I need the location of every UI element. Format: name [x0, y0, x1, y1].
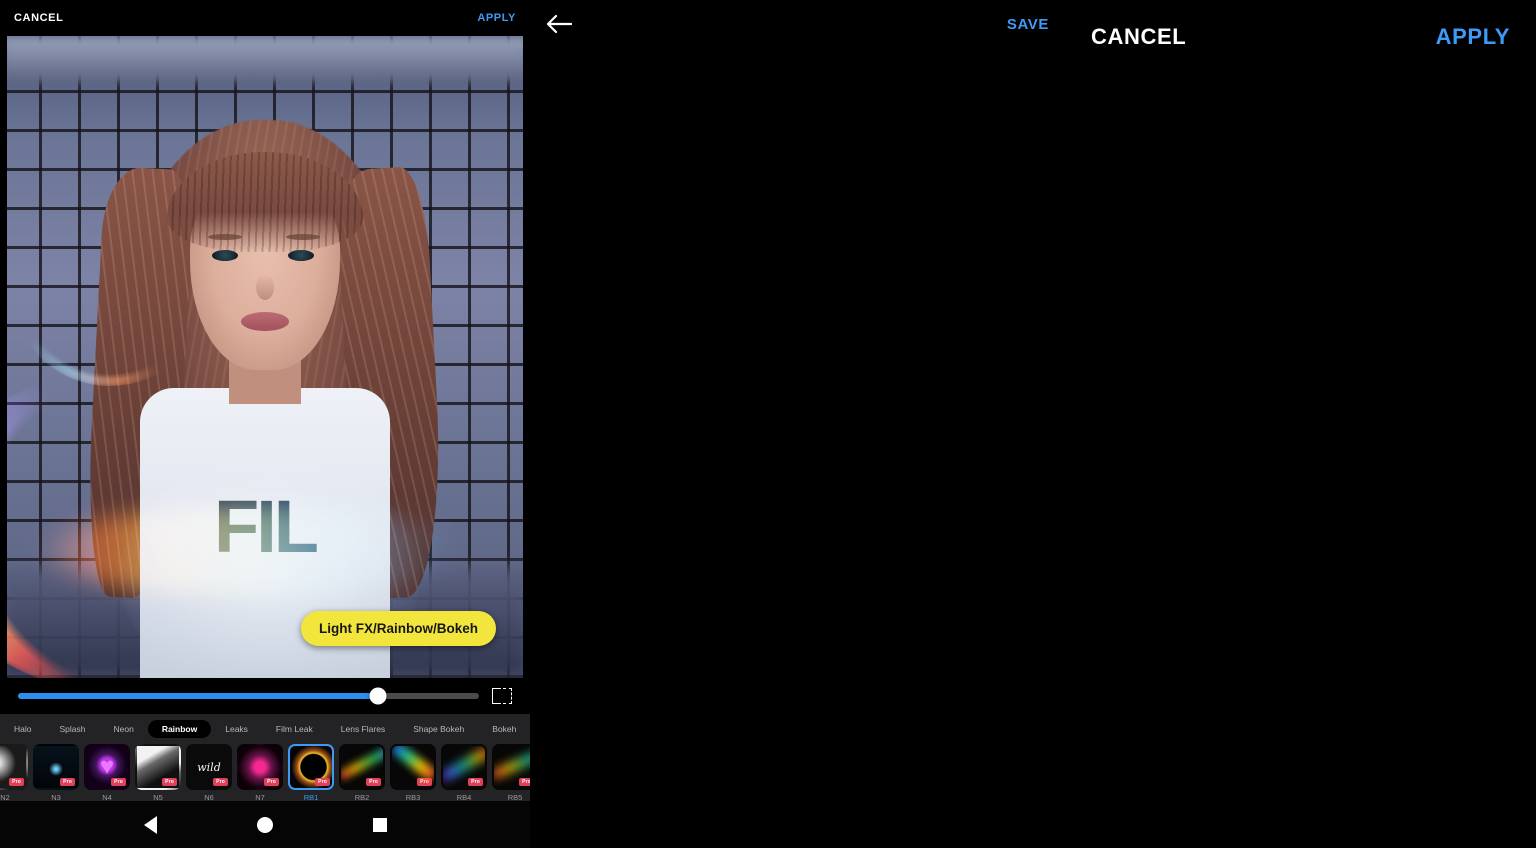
category-rainbow[interactable]: Rainbow: [147, 720, 212, 738]
left-intensity-slider-row: [0, 678, 530, 714]
effect-name-tooltip: Light FX/Rainbow/Bokeh: [301, 611, 496, 646]
mid-topbar: SAVE: [530, 0, 1065, 48]
intensity-slider-fill: [18, 693, 378, 699]
portrait-subject: FIL: [82, 78, 448, 678]
right-apply-button[interactable]: APPLY: [1436, 24, 1510, 50]
effect-thumbnail-rb2[interactable]: Pro RB2: [339, 744, 385, 802]
right-topbar: CANCEL APPLY: [1065, 0, 1536, 74]
save-button[interactable]: SAVE: [1007, 16, 1049, 33]
pro-badge: Pro: [60, 778, 75, 786]
effect-thumbnail-rb5[interactable]: ProRB5: [492, 744, 530, 802]
category-shape-bokeh[interactable]: Shape Bokeh: [399, 720, 478, 738]
effect-thumbnail-image: Pro: [390, 744, 436, 790]
effect-thumbnail-n7[interactable]: Pro N7: [237, 744, 283, 802]
left-topbar: CANCEL APPLY: [0, 0, 530, 36]
pro-badge: Pro: [519, 778, 530, 786]
subject-lips: [241, 312, 289, 331]
pro-badge: Pro: [111, 778, 126, 786]
effect-thumbnail-n3[interactable]: Pro N3: [33, 744, 79, 802]
pro-badge: Pro: [315, 778, 330, 786]
subject-nose: [256, 274, 274, 300]
category-film-leak[interactable]: Film Leak: [262, 720, 327, 738]
fence-top-blur: [0, 36, 530, 82]
light-fx-editor-panel: CANCEL APPLY FIL Light FX/Rainbow/Bokeh …: [0, 0, 530, 848]
effect-thumbnail-n6[interactable]: ProN6: [186, 744, 232, 802]
panel-divider-1: [530, 0, 536, 848]
effect-thumbnail-n4[interactable]: ProN4: [84, 744, 130, 802]
intensity-slider-knob[interactable]: [369, 687, 387, 705]
category-halo[interactable]: Halo: [0, 720, 45, 738]
home-circle-icon[interactable]: [256, 816, 273, 833]
effect-thumbnail-image: Pro: [441, 744, 487, 790]
effect-thumbnail-image: Pro: [0, 744, 28, 790]
pro-badge: Pro: [468, 778, 483, 786]
subject-eye-left: [212, 250, 238, 261]
effect-thumbnail-image: Pro: [33, 744, 79, 790]
back-triangle-icon[interactable]: [143, 815, 157, 834]
effect-thumbnail-image: Pro: [492, 744, 530, 790]
effect-thumbnail-image: Pro: [288, 744, 334, 790]
category-bokeh[interactable]: Bokeh: [478, 720, 530, 738]
android-navbar-left: [0, 801, 530, 848]
collage-editor-panel: SAVE Layo: [530, 0, 1065, 848]
pro-badge: Pro: [264, 778, 279, 786]
left-preview-photo[interactable]: FIL Light FX/Rainbow/Bokeh: [0, 36, 530, 678]
subject-brow-right: [286, 234, 320, 240]
pro-badge: Pro: [9, 778, 24, 786]
screenshot-root: CANCEL APPLY FIL Light FX/Rainbow/Bokeh …: [0, 0, 1536, 848]
category-neon[interactable]: Neon: [99, 720, 147, 738]
pro-badge: Pro: [366, 778, 381, 786]
shirt-logo-text: FIL: [214, 485, 319, 568]
pro-badge: Pro: [213, 778, 228, 786]
subject-eye-right: [288, 250, 314, 261]
effect-thumbnail-rb4[interactable]: Pro RB4: [441, 744, 487, 802]
effect-thumbnail-image: Pro: [84, 744, 130, 790]
compare-solid-box: [492, 688, 501, 704]
effect-thumbnail-rb1[interactable]: Pro RB1: [288, 744, 334, 802]
pro-badge: Pro: [417, 778, 432, 786]
left-cancel-button[interactable]: CANCEL: [14, 12, 63, 24]
subject-brow-left: [208, 234, 242, 240]
blend-editor-panel: CANCEL APPLY Opacity: [1065, 0, 1536, 848]
category-splash[interactable]: Splash: [45, 720, 99, 738]
effect-thumbnail-image: Pro: [237, 744, 283, 790]
effect-thumbnail-rb3[interactable]: Pro RB3: [390, 744, 436, 802]
intensity-slider[interactable]: [18, 687, 479, 705]
pro-badge: Pro: [162, 778, 177, 786]
effect-thumbnail-image: Pro: [186, 744, 232, 790]
effect-thumbnail-image: Pro: [339, 744, 385, 790]
panel-divider-2: [1059, 0, 1065, 848]
effect-thumbnail-n2[interactable]: Pro N2: [0, 744, 28, 802]
left-apply-button[interactable]: APPLY: [477, 12, 516, 24]
compare-split-icon[interactable]: [492, 688, 512, 704]
compare-dashed-box: [503, 688, 512, 704]
effect-thumbnail-image: Pro: [135, 744, 181, 790]
category-lens-flares[interactable]: Lens Flares: [327, 720, 399, 738]
effect-category-strip[interactable]: Halo Splash Neon Rainbow Leaks Film Leak Lens …: [0, 714, 530, 744]
recents-square-icon[interactable]: [372, 817, 387, 832]
category-leaks[interactable]: Leaks: [211, 720, 262, 738]
back-arrow-icon[interactable]: [546, 11, 576, 37]
effect-thumbnail-n5[interactable]: Pro N5: [135, 744, 181, 802]
right-cancel-button[interactable]: CANCEL: [1091, 24, 1186, 50]
